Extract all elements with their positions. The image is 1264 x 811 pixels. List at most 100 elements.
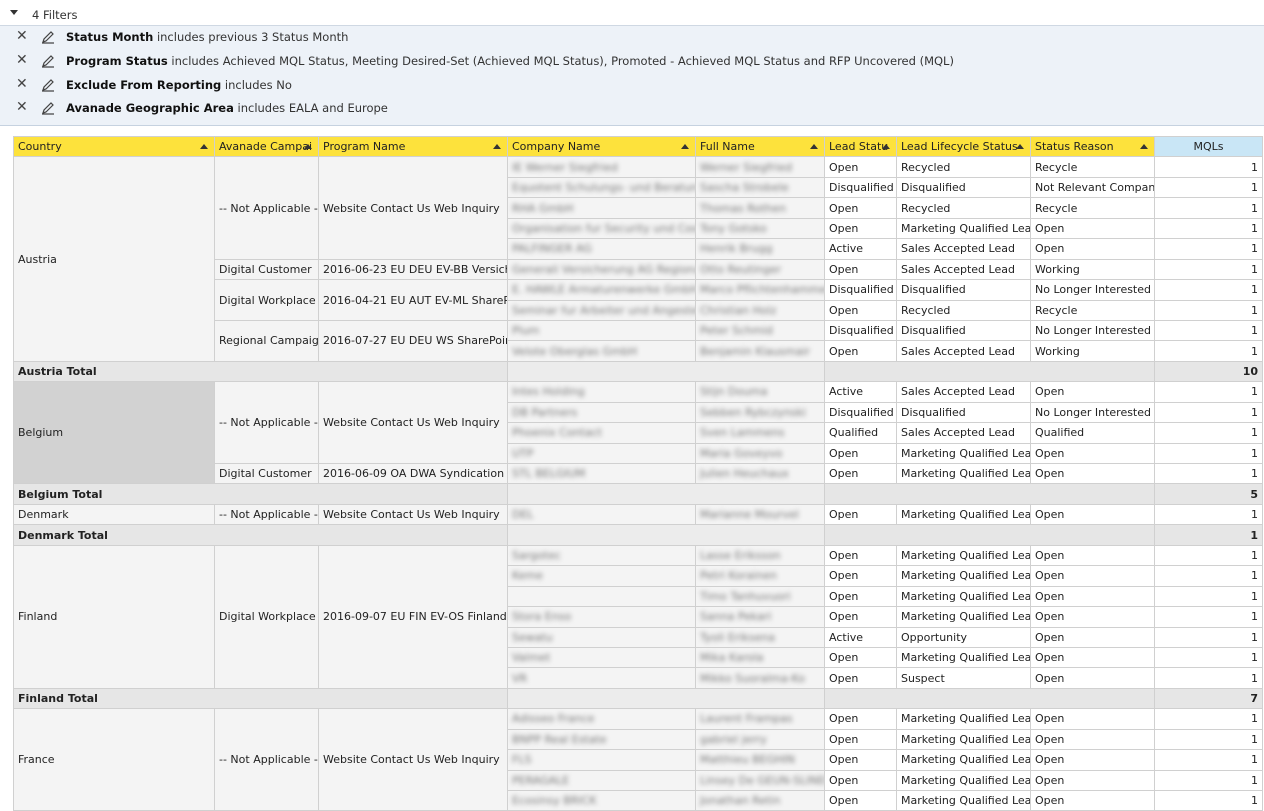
sort-asc-icon[interactable] bbox=[882, 144, 890, 149]
lead-status-cell[interactable]: Disqualified bbox=[824, 279, 897, 301]
lifecycle-cell[interactable]: Marketing Qualified Lead bbox=[896, 503, 1031, 526]
remove-filter-icon[interactable]: ✕ bbox=[16, 52, 28, 68]
mqls-cell[interactable]: 1 bbox=[1154, 401, 1263, 424]
mqls-cell[interactable]: 1 bbox=[1154, 769, 1263, 792]
sort-asc-icon[interactable] bbox=[304, 144, 312, 149]
sort-asc-icon[interactable] bbox=[681, 144, 689, 149]
column-header-status-reason[interactable]: Status Reason bbox=[1030, 135, 1155, 158]
full-name-cell[interactable]: Linsey De GEUN-SLINERS bbox=[695, 769, 825, 792]
company-cell[interactable]: Sargotec bbox=[507, 544, 696, 567]
lead-status-cell[interactable]: Open bbox=[824, 503, 897, 526]
column-header-campaign[interactable]: Avanade Campai bbox=[214, 135, 319, 158]
campaign-cell[interactable]: -- Not Applicable -- bbox=[214, 708, 319, 811]
lead-status-cell[interactable]: Open bbox=[824, 544, 897, 567]
lifecycle-cell[interactable]: Suspect bbox=[896, 667, 1031, 689]
country-cell[interactable]: Belgium bbox=[13, 381, 215, 485]
country-cell[interactable]: Finland bbox=[13, 544, 215, 689]
status-reason-cell[interactable]: Open bbox=[1030, 565, 1155, 587]
status-reason-cell[interactable]: Recycle bbox=[1030, 197, 1155, 219]
lead-status-cell[interactable]: Active bbox=[824, 381, 897, 403]
lead-status-cell[interactable]: Open bbox=[824, 749, 897, 771]
status-reason-cell[interactable]: No Longer Interested bbox=[1030, 319, 1155, 342]
full-name-cell[interactable]: Tyoli Eriksena bbox=[695, 626, 825, 648]
lead-status-cell[interactable]: Qualified bbox=[824, 422, 897, 444]
sort-asc-icon[interactable] bbox=[1140, 144, 1148, 149]
full-name-cell[interactable]: Benjamin Klausmair bbox=[695, 340, 825, 362]
full-name-cell[interactable]: Lasse Eriksson bbox=[695, 544, 825, 567]
lifecycle-cell[interactable]: Recycled bbox=[896, 299, 1031, 321]
lifecycle-cell[interactable]: Marketing Qualified Lead bbox=[896, 217, 1031, 240]
status-reason-cell[interactable]: Open bbox=[1030, 667, 1155, 689]
company-cell[interactable]: Keme bbox=[507, 565, 696, 587]
mqls-cell[interactable]: 1 bbox=[1154, 565, 1263, 587]
lifecycle-cell[interactable]: Disqualified bbox=[896, 319, 1031, 342]
status-reason-cell[interactable]: Open bbox=[1030, 708, 1155, 730]
lifecycle-cell[interactable]: Marketing Qualified Lead bbox=[896, 789, 1031, 811]
lifecycle-cell[interactable]: Opportunity bbox=[896, 626, 1031, 648]
mqls-cell[interactable]: 1 bbox=[1154, 340, 1263, 362]
mqls-cell[interactable]: 1 bbox=[1154, 422, 1263, 444]
company-cell[interactable]: STL BELGIUM bbox=[507, 462, 696, 485]
status-reason-cell[interactable]: Open bbox=[1030, 626, 1155, 648]
lead-status-cell[interactable]: Open bbox=[824, 442, 897, 465]
lifecycle-cell[interactable]: Marketing Qualified Lead bbox=[896, 749, 1031, 771]
lifecycle-cell[interactable]: Recycled bbox=[896, 197, 1031, 219]
mqls-cell[interactable]: 1 bbox=[1154, 646, 1263, 669]
lead-status-cell[interactable]: Open bbox=[824, 565, 897, 587]
column-header-lifecycle[interactable]: Lead Lifecycle Status bbox=[896, 135, 1031, 158]
company-cell[interactable]: E. HAWLE Armaturenwerke GmbH bbox=[507, 279, 696, 301]
lifecycle-cell[interactable]: Marketing Qualified Lead bbox=[896, 462, 1031, 485]
campaign-cell[interactable]: Digital Workplace bbox=[214, 544, 319, 689]
remove-filter-icon[interactable]: ✕ bbox=[16, 99, 28, 115]
sort-asc-icon[interactable] bbox=[810, 144, 818, 149]
lifecycle-cell[interactable]: Marketing Qualified Lead bbox=[896, 728, 1031, 751]
status-reason-cell[interactable]: Open bbox=[1030, 789, 1155, 811]
campaign-cell[interactable]: Digital Workplace bbox=[214, 279, 319, 321]
company-cell[interactable]: Stora Enso bbox=[507, 606, 696, 628]
company-cell[interactable]: Adisseo France bbox=[507, 708, 696, 730]
lifecycle-cell[interactable]: Marketing Qualified Lead bbox=[896, 769, 1031, 792]
status-reason-cell[interactable]: Open bbox=[1030, 769, 1155, 792]
mqls-cell[interactable]: 1 bbox=[1154, 462, 1263, 485]
full-name-cell[interactable]: Sebben Rybczynski bbox=[695, 401, 825, 424]
edit-filter-icon[interactable] bbox=[40, 100, 56, 116]
lead-status-cell[interactable]: Open bbox=[824, 197, 897, 219]
lead-status-cell[interactable]: Open bbox=[824, 667, 897, 689]
lead-status-cell[interactable]: Open bbox=[824, 769, 897, 792]
lifecycle-cell[interactable]: Sales Accepted Lead bbox=[896, 340, 1031, 362]
status-reason-cell[interactable]: Open bbox=[1030, 646, 1155, 669]
country-cell[interactable]: Austria bbox=[13, 156, 215, 362]
status-reason-cell[interactable]: Open bbox=[1030, 585, 1155, 608]
status-reason-cell[interactable]: Open bbox=[1030, 381, 1155, 403]
mqls-cell[interactable]: 1 bbox=[1154, 319, 1263, 342]
mqls-cell[interactable]: 1 bbox=[1154, 279, 1263, 301]
status-reason-cell[interactable]: Qualified bbox=[1030, 422, 1155, 444]
lead-status-cell[interactable]: Open bbox=[824, 340, 897, 362]
column-header-program[interactable]: Program Name bbox=[318, 135, 508, 158]
campaign-cell[interactable]: Digital Customer bbox=[214, 462, 319, 485]
company-cell[interactable]: UTP bbox=[507, 442, 696, 465]
full-name-cell[interactable]: Timo Tanhuvuori bbox=[695, 585, 825, 608]
lifecycle-cell[interactable]: Marketing Qualified Lead bbox=[896, 606, 1031, 628]
full-name-cell[interactable]: Otto Reutinger bbox=[695, 258, 825, 281]
full-name-cell[interactable]: gabriel jerry bbox=[695, 728, 825, 751]
mqls-cell[interactable]: 1 bbox=[1154, 728, 1263, 751]
lead-status-cell[interactable]: Disqualified bbox=[824, 176, 897, 199]
full-name-cell[interactable]: Henrik Brugg bbox=[695, 238, 825, 260]
company-cell[interactable]: PERAGALE bbox=[507, 769, 696, 792]
mqls-cell[interactable]: 1 bbox=[1154, 258, 1263, 281]
mqls-cell[interactable]: 1 bbox=[1154, 503, 1263, 526]
status-reason-cell[interactable]: Open bbox=[1030, 238, 1155, 260]
campaign-cell[interactable]: -- Not Applicable -- bbox=[214, 503, 319, 526]
full-name-cell[interactable]: Petri Korainen bbox=[695, 565, 825, 587]
lifecycle-cell[interactable]: Sales Accepted Lead bbox=[896, 381, 1031, 403]
company-cell[interactable]: DEL bbox=[507, 503, 696, 526]
lead-status-cell[interactable]: Active bbox=[824, 238, 897, 260]
column-header-company[interactable]: Company Name bbox=[507, 135, 696, 158]
lead-status-cell[interactable]: Open bbox=[824, 156, 897, 178]
lifecycle-cell[interactable]: Sales Accepted Lead bbox=[896, 238, 1031, 260]
program-cell[interactable]: 2016-06-23 EU DEU EV-BB Versicheru bbox=[318, 258, 508, 281]
mqls-cell[interactable]: 1 bbox=[1154, 749, 1263, 771]
edit-filter-icon[interactable] bbox=[40, 77, 56, 93]
lead-status-cell[interactable]: Active bbox=[824, 626, 897, 648]
